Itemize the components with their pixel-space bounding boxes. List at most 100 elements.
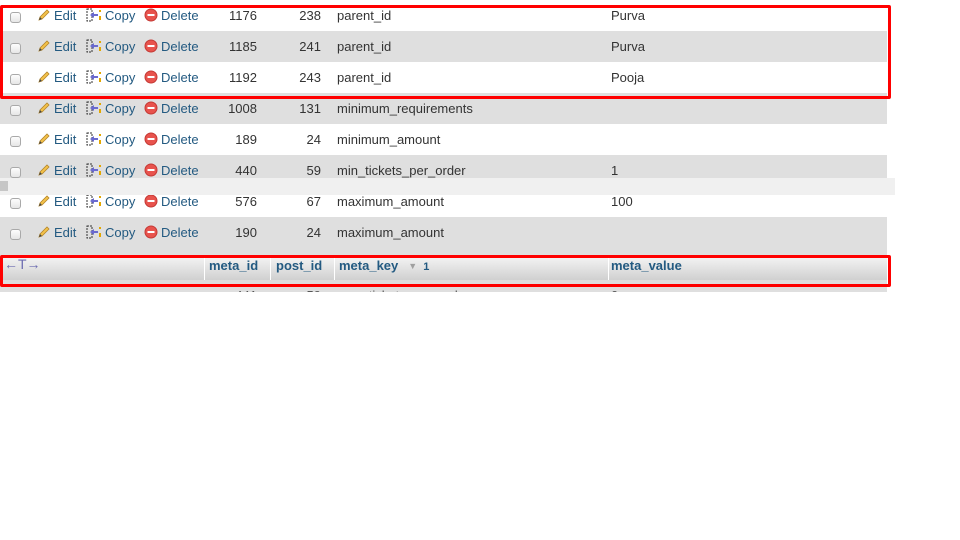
copy-icon [86, 225, 102, 242]
copy-icon [86, 8, 102, 25]
table-row: Edit Copy Delete 1176 238 parent_id Purv… [0, 0, 887, 31]
pencil-icon [37, 194, 51, 211]
cell-meta-id: 1176 [229, 8, 257, 23]
delete-link[interactable]: Delete [144, 225, 199, 242]
cell-meta-key: parent_id [337, 39, 392, 54]
delete-link[interactable]: Delete [144, 70, 199, 87]
cell-post-id: 241 [299, 39, 321, 54]
copy-icon [86, 163, 102, 178]
edit-link[interactable]: Edit [37, 39, 76, 56]
copy-icon [86, 194, 102, 211]
cell-meta-key: max_tickets_per_order [337, 288, 469, 292]
cell-post-id: 59 [270, 288, 321, 292]
delete-link[interactable]: Delete [144, 194, 199, 211]
row-checkbox[interactable] [10, 12, 21, 23]
cell-post-id: 67 [306, 194, 321, 209]
edit-link[interactable]: Edit [37, 163, 76, 178]
edit-link[interactable]: Edit [37, 132, 76, 149]
header-meta-value[interactable]: meta_value [608, 256, 887, 280]
cell-meta-id: 1008 [228, 101, 257, 116]
cell-meta-id: 189 [235, 132, 257, 147]
copy-link[interactable]: Copy [86, 39, 135, 56]
edit-link[interactable]: Edit [37, 70, 76, 87]
edit-link[interactable]: Edit [37, 194, 76, 211]
sticky-column-header: ←T→ meta_id post_id meta_key ▼ 1 meta_valu… [0, 256, 887, 280]
copy-link[interactable]: Copy [86, 70, 135, 87]
cell-meta-id: 1192 [229, 70, 257, 85]
delete-icon [144, 132, 158, 149]
pencil-icon [37, 8, 51, 25]
sort-order-number: 1 [423, 261, 430, 273]
cell-post-id: 24 [306, 132, 321, 147]
copy-link[interactable]: Copy [86, 132, 135, 149]
delete-icon [144, 39, 158, 56]
cell-meta-value: 1 [611, 163, 619, 178]
edit-link[interactable]: Edit [37, 8, 76, 25]
copy-icon [86, 39, 102, 56]
cell-meta-key: minimum_requirements [337, 101, 473, 116]
cell-post-id: 131 [299, 101, 321, 116]
header-meta-id[interactable]: meta_id [204, 256, 270, 280]
header-post-id[interactable]: post_id [270, 256, 334, 280]
scrollbar-thumb[interactable] [0, 181, 8, 191]
edit-link[interactable]: Edit [37, 101, 76, 118]
copy-link[interactable]: Copy [86, 194, 135, 211]
cell-meta-key: minimum_amount [337, 132, 441, 147]
cell-post-id: 238 [299, 8, 321, 23]
cell-meta-id: 1185 [229, 39, 257, 54]
table-row: Edit Copy Delete 189 24 minimum_amount [0, 124, 887, 155]
cell-meta-key: min_tickets_per_order [337, 163, 466, 178]
cell-meta-key: maximum_amount [337, 225, 444, 240]
delete-link[interactable]: Delete [144, 39, 199, 56]
cell-meta-id: 441 [200, 288, 257, 292]
delete-link[interactable]: Delete [144, 132, 199, 149]
pencil-icon [37, 225, 51, 242]
copy-icon [86, 132, 102, 149]
table-row: Edit Copy Delete 1008 131 minimum_requir… [0, 93, 887, 124]
cell-meta-id: 440 [235, 163, 257, 178]
row-checkbox[interactable] [10, 198, 21, 209]
column-resize-icon[interactable]: ←T→ [4, 256, 41, 272]
cell-meta-id: 576 [235, 194, 257, 209]
edit-link[interactable]: Edit [37, 225, 76, 242]
row-checkbox[interactable] [10, 43, 21, 54]
table-row: Edit Copy Delete 1185 241 parent_id Purv… [0, 31, 887, 62]
cell-meta-value: 0 [611, 288, 618, 292]
cell-meta-value: Pooja [611, 70, 645, 85]
cell-meta-key: parent_id [337, 8, 392, 23]
row-checkbox[interactable] [10, 229, 21, 240]
copy-link[interactable]: Copy [86, 163, 135, 178]
cell-post-id: 59 [306, 163, 321, 178]
row-checkbox[interactable] [10, 105, 21, 116]
pencil-icon [37, 101, 51, 118]
row-checkbox[interactable] [10, 136, 21, 147]
delete-icon [144, 70, 158, 87]
sort-desc-icon: ▼ [408, 261, 418, 271]
delete-link[interactable]: Delete [144, 101, 199, 118]
delete-icon [144, 163, 158, 178]
table-row-partial: 441 59 max_tickets_per_order 0 [0, 280, 887, 292]
copy-link[interactable]: Copy [86, 101, 135, 118]
delete-link[interactable]: Delete [144, 163, 199, 178]
pencil-icon [37, 39, 51, 56]
horizontal-scrollbar[interactable] [0, 178, 895, 195]
delete-link[interactable]: Delete [144, 8, 199, 25]
copy-link[interactable]: Copy [86, 225, 135, 242]
table-row: Edit Copy Delete 1192 243 parent_id Pooj… [0, 62, 887, 93]
header-actions-column: ←T→ [0, 256, 204, 280]
row-checkbox[interactable] [10, 74, 21, 85]
cell-post-id: 24 [306, 225, 321, 240]
copy-icon [86, 70, 102, 87]
pencil-icon [37, 70, 51, 87]
delete-icon [144, 8, 158, 25]
pencil-icon [37, 163, 51, 178]
header-meta-key[interactable]: meta_key ▼ 1 [334, 256, 608, 280]
table-row: Edit Copy Delete 440 59 min_tickets_per_… [0, 155, 887, 178]
copy-link[interactable]: Copy [86, 8, 135, 25]
delete-icon [144, 225, 158, 242]
cell-meta-id: 190 [235, 225, 257, 240]
pencil-icon [37, 132, 51, 149]
delete-icon [144, 101, 158, 118]
copy-icon [86, 101, 102, 118]
row-checkbox[interactable] [10, 167, 21, 178]
